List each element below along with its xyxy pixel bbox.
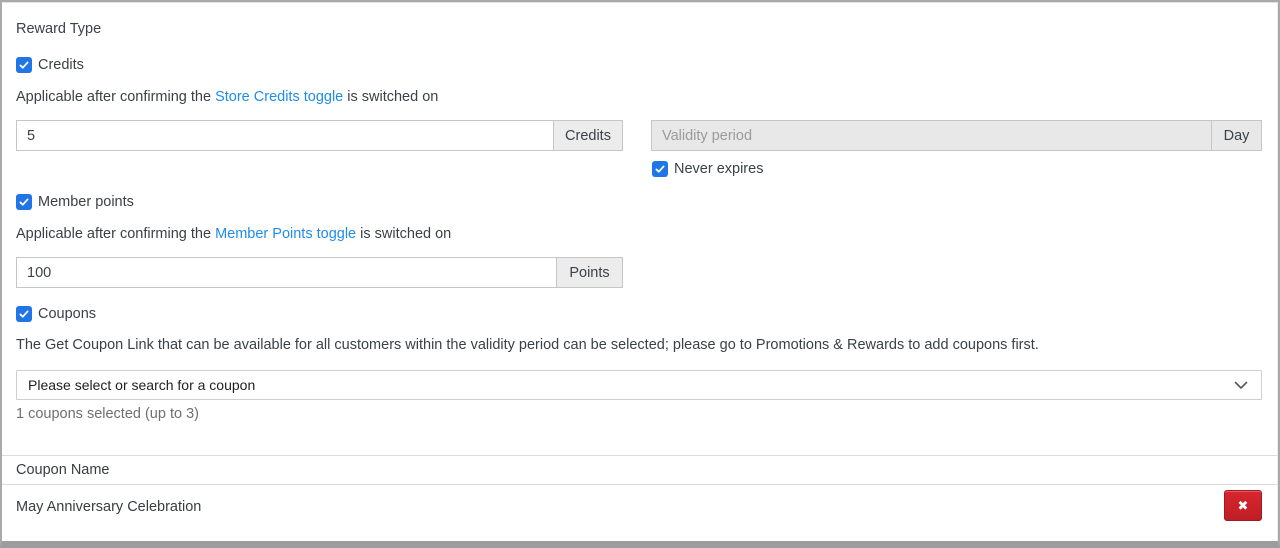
close-icon: ✖ — [1237, 497, 1249, 513]
credits-amount-group: Credits — [16, 120, 623, 151]
member-points-checkbox-label[interactable]: Member points — [38, 194, 134, 211]
checkmark-icon — [18, 308, 30, 320]
delete-coupon-button[interactable]: ✖ — [1224, 490, 1262, 521]
validity-unit-suffix: Day — [1211, 120, 1262, 151]
reward-settings-panel: Reward Type Credits Applicable after con… — [0, 0, 1280, 548]
credits-amount-input[interactable] — [16, 120, 553, 151]
credits-description-suffix: is switched on — [343, 89, 439, 105]
reward-type-label: Reward Type — [16, 21, 102, 37]
coupons-checkbox[interactable] — [16, 306, 32, 322]
credits-checkbox-label[interactable]: Credits — [38, 57, 84, 74]
member-points-description-prefix: Applicable after confirming the — [16, 226, 216, 242]
credits-description-prefix: Applicable after confirming the — [16, 89, 216, 105]
chevron-down-icon — [1234, 381, 1248, 390]
table-top-border — [0, 455, 1280, 456]
never-expires-label[interactable]: Never expires — [674, 161, 763, 178]
member-points-description-suffix: is switched on — [356, 226, 452, 242]
member-points-amount-group: Points — [16, 257, 623, 288]
coupon-table-header: Coupon Name — [16, 462, 110, 478]
credits-checkbox[interactable] — [16, 57, 32, 73]
coupons-description: The Get Coupon Link that can be availabl… — [16, 337, 1039, 353]
checkmark-icon — [654, 163, 666, 175]
member-points-description: Applicable after confirming the Member P… — [16, 226, 451, 243]
coupon-select-dropdown[interactable]: Please select or search for a coupon — [16, 370, 1262, 400]
coupons-selected-count: 1 coupons selected (up to 3) — [16, 406, 199, 422]
checkmark-icon — [18, 59, 30, 71]
member-points-checkbox[interactable] — [16, 194, 32, 210]
member-points-amount-input[interactable] — [16, 257, 556, 288]
store-credits-toggle-link[interactable]: Store Credits toggle — [215, 89, 343, 105]
checkmark-icon — [18, 196, 30, 208]
member-points-unit-suffix: Points — [556, 257, 623, 288]
credits-unit-suffix: Credits — [553, 120, 623, 151]
validity-period-group: Day — [651, 120, 1262, 151]
member-points-toggle-link[interactable]: Member Points toggle — [215, 226, 356, 242]
credits-description: Applicable after confirming the Store Cr… — [16, 89, 438, 106]
never-expires-checkbox[interactable] — [652, 161, 668, 177]
coupon-row-name: May Anniversary Celebration — [16, 499, 202, 515]
coupons-checkbox-label[interactable]: Coupons — [38, 306, 96, 323]
coupon-select-placeholder: Please select or search for a coupon — [28, 377, 256, 393]
validity-period-input[interactable] — [651, 120, 1211, 151]
table-header-border — [0, 484, 1280, 485]
